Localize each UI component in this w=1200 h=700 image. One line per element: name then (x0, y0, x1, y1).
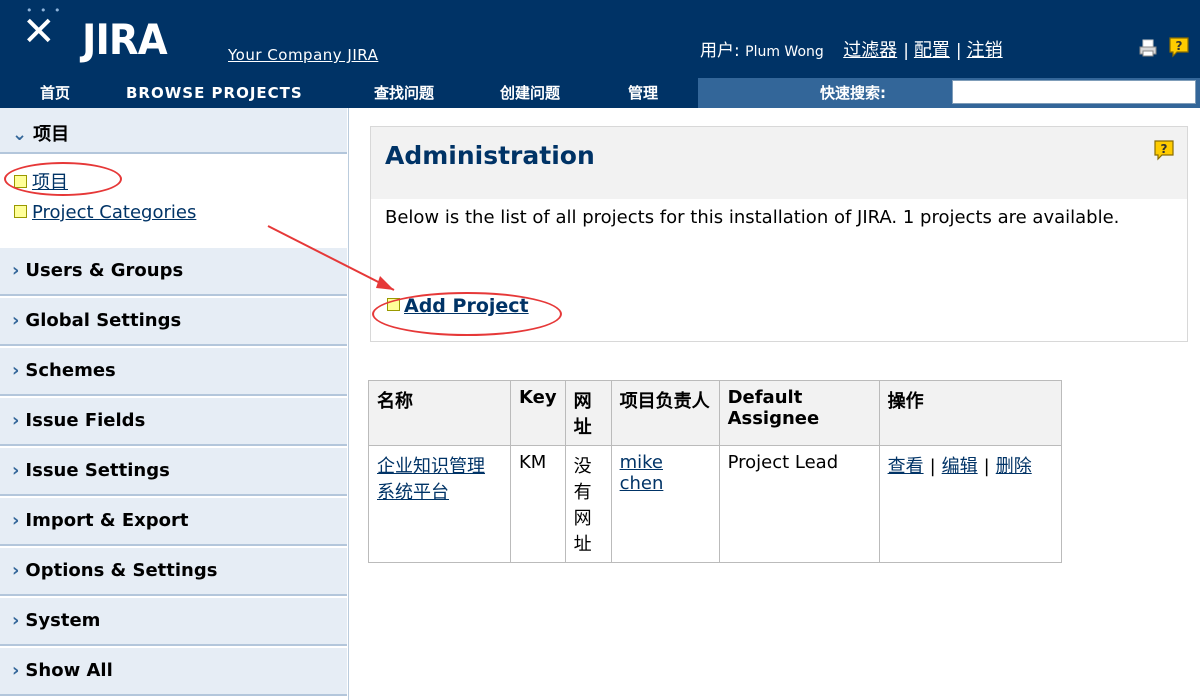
chevron-right-icon: › (12, 260, 20, 281)
jira-logo[interactable]: • • • ✕ JIRA (18, 4, 228, 68)
edit-link[interactable]: 编辑 (942, 456, 978, 477)
sidebar-section-projects[interactable]: ⌄ 项目 (0, 108, 347, 154)
print-icon[interactable] (1138, 38, 1158, 58)
delete-link[interactable]: 删除 (996, 456, 1032, 477)
bullet-icon (14, 204, 27, 218)
view-link[interactable]: 查看 (888, 456, 924, 477)
default-assignee-cell: Project Lead (718, 445, 880, 563)
sidebar-group[interactable]: › Issue Fields (0, 398, 347, 446)
header-bar: • • • ✕ JIRA Your Company JIRA 用户: Plum … (0, 0, 1200, 78)
svg-text:?: ? (1176, 39, 1183, 53)
project-name-cell: 企业知识管理系统平台 (368, 445, 511, 563)
logo-figure-icon: ✕ (22, 9, 56, 55)
chevron-right-icon: › (12, 660, 20, 681)
quick-search-input[interactable] (952, 80, 1196, 104)
chevron-right-icon: › (12, 610, 20, 631)
profile-link[interactable]: 配置 (914, 40, 950, 61)
nav-create-issue[interactable]: 创建问题 (474, 78, 600, 108)
nav-find-issues[interactable]: 查找问题 (352, 78, 474, 108)
admin-sidebar: ⌄ 项目 项目 Project Categories › Users & Group… (0, 108, 349, 700)
column-header-name: 名称 (368, 380, 511, 446)
help-icon[interactable]: ? (1153, 139, 1175, 161)
project-categories-link[interactable]: Project Categories (32, 202, 196, 223)
table-header-row: 名称 Key 网址 项目负责人 Default Assignee 操作 (368, 380, 1062, 446)
description-text: Below is the list of all projects for th… (385, 207, 1120, 228)
chevron-right-icon: › (12, 460, 20, 481)
column-header-lead: 项目负责人 (610, 380, 720, 446)
annotation-oval (4, 162, 122, 196)
sidebar-group[interactable]: › Users & Groups (0, 248, 347, 296)
main-nav: 首页 BROWSE PROJECTS 查找问题 创建问题 管理 快速搜索: (0, 78, 1200, 108)
annotation-oval (372, 292, 562, 336)
sidebar-group[interactable]: › Schemes (0, 348, 347, 396)
column-header-default-assignee: Default Assignee (718, 380, 880, 446)
logout-link[interactable]: 注销 (967, 40, 1003, 61)
user-label: 用户: (700, 41, 740, 61)
project-key-cell: KM (510, 445, 566, 563)
quick-search-label: 快速搜索: (820, 84, 886, 102)
column-header-operations: 操作 (878, 380, 1062, 446)
section-title: 项目 (33, 124, 70, 145)
column-header-key: Key (510, 380, 566, 446)
filters-link[interactable]: 过滤器 (843, 40, 897, 61)
project-lead-cell: mike chen (610, 445, 720, 563)
group-label: Users & Groups (25, 260, 184, 281)
company-link[interactable]: Your Company JIRA (228, 46, 378, 64)
project-lead-link[interactable]: mike chen (620, 452, 664, 494)
sidebar-item-project-categories[interactable]: Project Categories (14, 202, 196, 223)
column-header-url: 网址 (564, 380, 612, 446)
chevron-right-icon: › (12, 360, 20, 381)
sidebar-group[interactable]: › Global Settings (0, 298, 347, 346)
project-name-link[interactable]: 企业知识管理系统平台 (377, 456, 485, 503)
logo-text: JIRA (82, 15, 168, 64)
svg-text:?: ? (1161, 142, 1168, 156)
nav-admin[interactable]: 管理 (600, 78, 698, 108)
sidebar-group[interactable]: › System (0, 598, 347, 646)
group-label: Schemes (25, 360, 116, 381)
project-url-cell: 没有网址 (564, 445, 612, 563)
table-row: 企业知识管理系统平台 KM 没有网址 mike chen Project Lea… (368, 445, 1062, 563)
sidebar-group[interactable]: › Options & Settings (0, 548, 347, 596)
group-label: Issue Settings (25, 460, 170, 481)
user-box: 用户: Plum Wong 过滤器 | 配置 | 注销 (700, 40, 1003, 61)
group-label: Global Settings (25, 310, 182, 331)
chevron-right-icon: › (12, 560, 20, 581)
help-icon[interactable]: ? (1168, 36, 1190, 58)
nav-home[interactable]: 首页 (0, 78, 102, 108)
user-name: Plum Wong (745, 44, 824, 60)
page-title: Administration (385, 141, 595, 170)
operations-cell: 查看 | 编辑 | 删除 (878, 445, 1062, 563)
chevron-right-icon: › (12, 410, 20, 431)
sidebar-group[interactable]: › Issue Settings (0, 448, 347, 496)
chevron-right-icon: › (12, 510, 20, 531)
nav-browse-projects[interactable]: BROWSE PROJECTS (102, 78, 352, 108)
chevron-right-icon: › (12, 310, 20, 331)
group-label: Import & Export (25, 510, 189, 531)
group-label: Options & Settings (25, 560, 218, 581)
sidebar-group[interactable]: › Import & Export (0, 498, 347, 546)
group-label: System (25, 610, 101, 631)
group-label: Issue Fields (25, 410, 146, 431)
projects-table: 名称 Key 网址 项目负责人 Default Assignee 操作 企业知识… (368, 380, 1062, 563)
chevron-down-icon: ⌄ (12, 124, 28, 145)
sidebar-group[interactable]: › Show All (0, 648, 347, 696)
group-label: Show All (25, 660, 113, 681)
